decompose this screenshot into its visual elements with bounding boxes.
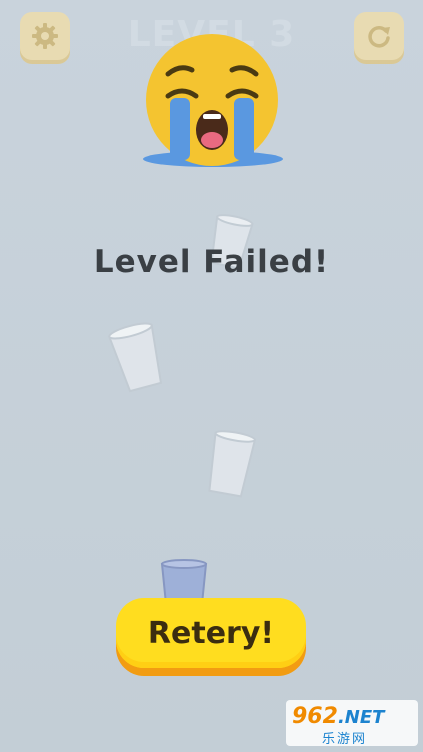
level-failed-message: Level Failed!: [93, 244, 330, 280]
retry-button[interactable]: Retery!: [116, 598, 306, 668]
falling-cup: [107, 322, 163, 393]
crying-face-icon: [143, 34, 283, 167]
watermark-brand: 962: [292, 704, 338, 729]
restart-icon: [368, 26, 390, 48]
watermark-subtitle: 乐游网: [322, 732, 368, 747]
watermark-domain: .NET: [337, 707, 385, 728]
game-scene: LEVEL 3 Level Failed! Retery! 962.NET 乐游…: [0, 0, 423, 752]
watermark-logo: 962.NET 乐游网: [286, 700, 418, 747]
restart-button[interactable]: [354, 12, 404, 60]
falling-cup: [208, 430, 257, 498]
